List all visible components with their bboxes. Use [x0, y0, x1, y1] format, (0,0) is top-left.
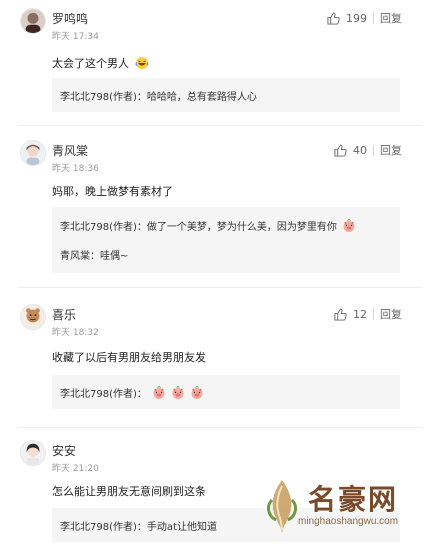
divider — [373, 12, 374, 24]
comment-item: 罗鸣鸣 昨天 17:34 199 回复 太会了这个男人 李北北798(作者)：哈… — [0, 0, 440, 120]
comment-time: 昨天 21:20 — [52, 464, 99, 474]
commenter-name[interactable]: 青风棠 — [52, 142, 88, 159]
like-button[interactable]: 12 回复 — [334, 306, 402, 322]
commenter-name[interactable]: 安安 — [52, 442, 76, 459]
comment-item: 青风棠 昨天 18:36 40 回复 妈耶，晚上做梦有素材了 李北北798(作者… — [0, 130, 440, 280]
reply-link[interactable]: 回复 — [380, 306, 402, 322]
watermark: 名豪网 minghaoshangwu.com — [262, 476, 432, 546]
like-count: 199 — [346, 11, 367, 25]
divider — [373, 308, 374, 320]
divider — [18, 287, 422, 288]
watermark-title: 名豪网 — [308, 483, 399, 516]
avatar[interactable] — [20, 8, 46, 34]
reply-text: 李北北798(作者)：哈哈哈，总有套路得人心 — [60, 92, 257, 103]
divider — [18, 427, 422, 428]
comment-text: 收藏了以后有男朋友给男朋友发 — [52, 351, 206, 364]
reply-link[interactable]: 回复 — [380, 10, 402, 26]
reply-text: 李北北798(作者)：手动at让他知道 — [60, 522, 217, 533]
reply-box: 李北北798(作者)： — [52, 375, 400, 409]
reply-text-content: 李北北798(作者)：做了一个美梦，梦为什么美，因为梦里有你 — [60, 222, 337, 233]
avatar[interactable] — [20, 140, 46, 166]
thumbs-up-icon — [334, 307, 347, 321]
comment-text: 妈耶，晚上做梦有素材了 — [52, 185, 173, 198]
like-button[interactable]: 40 回复 — [334, 142, 402, 158]
reply-text: 李北北798(作者)：做了一个美梦，梦为什么美，因为梦里有你 — [60, 218, 356, 233]
pig-emoji-icon — [190, 386, 204, 400]
comment-time: 昨天 18:36 — [52, 164, 99, 174]
commenter-name[interactable]: 喜乐 — [52, 306, 76, 323]
commenter-name[interactable]: 罗鸣鸣 — [52, 10, 88, 27]
pig-emoji-icon — [171, 386, 185, 400]
watermark-logo-icon — [267, 480, 297, 534]
comment-text-content: 太会了这个男人 — [52, 57, 129, 70]
comment-item: 喜乐 昨天 18:32 12 回复 收藏了以后有男朋友给男朋友发 李北北798(… — [0, 290, 440, 420]
reply-box: 李北北798(作者)：哈哈哈，总有套路得人心 — [52, 78, 400, 112]
reply-link[interactable]: 回复 — [380, 142, 402, 158]
reply-text-content: 李北北798(作者)： — [60, 389, 147, 400]
thumbs-up-icon — [334, 143, 347, 157]
pig-emoji-icon — [342, 219, 356, 233]
laughing-emoji-icon — [135, 56, 149, 70]
avatar[interactable] — [20, 304, 46, 330]
avatar[interactable] — [20, 440, 46, 466]
comment-text: 怎么能让男朋友无意间刷到这条 — [52, 485, 206, 498]
like-button[interactable]: 199 回复 — [327, 10, 402, 26]
like-count: 12 — [353, 307, 367, 321]
like-count: 40 — [353, 143, 367, 157]
divider — [373, 144, 374, 156]
reply-text: 青风棠：哇偶~ — [60, 251, 129, 262]
reply-box: 李北北798(作者)：做了一个美梦，梦为什么美，因为梦里有你 青风棠：哇偶~ — [52, 207, 400, 273]
watermark-subtitle: minghaoshangwu.com — [298, 516, 399, 527]
comment-time: 昨天 17:34 — [52, 32, 99, 42]
comment-time: 昨天 18:32 — [52, 328, 99, 338]
comment-text: 太会了这个男人 — [52, 55, 149, 71]
thumbs-up-icon — [327, 11, 340, 25]
reply-text: 李北北798(作者)： — [60, 385, 204, 400]
pig-emoji-icon — [152, 386, 166, 400]
divider — [18, 125, 422, 126]
